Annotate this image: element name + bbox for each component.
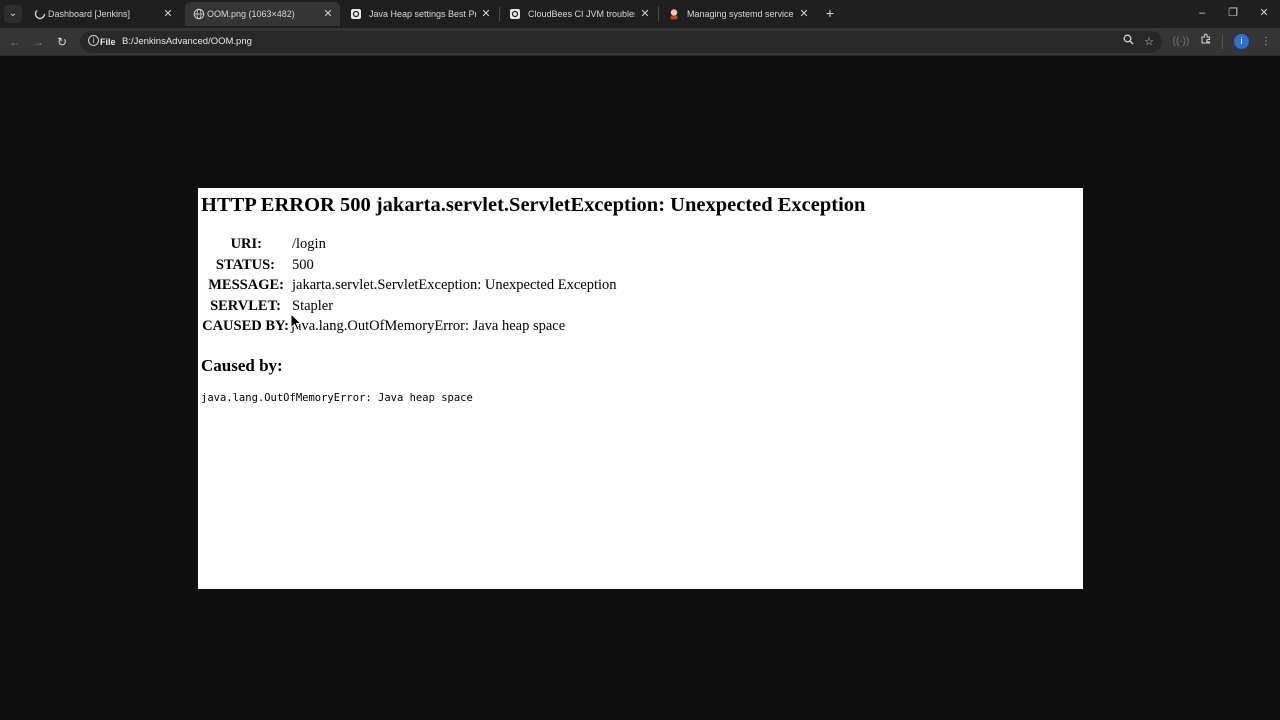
error-page-image: HTTP ERROR 500 jakarta.servlet.ServletEx…	[198, 188, 1083, 589]
cloudbees-icon	[510, 9, 520, 19]
detail-value: Stapler	[292, 297, 334, 314]
menu-kebab-icon[interactable]: ⋮	[1257, 33, 1275, 51]
plus-icon: +	[825, 5, 835, 21]
detail-label: STATUS:	[215, 256, 275, 273]
close-icon: ✕	[1259, 7, 1269, 19]
restore-button[interactable]: ❐	[1225, 4, 1241, 22]
zoom-icon[interactable]	[1120, 34, 1136, 50]
arrow-right-icon: →	[32, 35, 44, 49]
close-icon[interactable]: ✕	[798, 2, 810, 26]
globe-icon	[193, 8, 205, 20]
jenkins-icon	[670, 9, 678, 20]
forward-button[interactable]: →	[29, 33, 47, 51]
new-tab-button[interactable]: +	[822, 4, 838, 22]
tab-cloudbees-ci-jvm[interactable]: CloudBees CI JVM troubleshoot ✕	[501, 2, 657, 26]
tab-title: Dashboard [Jenkins]	[48, 9, 131, 19]
minimize-button[interactable]: –	[1194, 4, 1210, 22]
tab-managing-systemd[interactable]: Managing systemd services ✕	[660, 2, 816, 26]
tab-dashboard-jenkins[interactable]: Dashboard [Jenkins] ✕	[26, 2, 180, 26]
tab-search-button[interactable]: ⌄	[4, 5, 22, 23]
close-icon[interactable]: ✕	[322, 2, 334, 26]
info-icon[interactable]: i	[88, 35, 99, 46]
cloudbees-icon	[351, 9, 361, 19]
toolbar-divider	[1222, 35, 1223, 49]
restore-icon: ❐	[1228, 7, 1238, 19]
detail-label: CAUSED BY:	[202, 318, 289, 334]
file-scheme-chip: File	[100, 37, 116, 47]
tab-java-heap-settings[interactable]: Java Heap settings Best Practic ✕	[342, 2, 498, 26]
profile-avatar[interactable]: i	[1234, 34, 1249, 49]
extensions-icon[interactable]	[1197, 33, 1215, 51]
close-icon[interactable]: ✕	[480, 2, 492, 26]
close-icon[interactable]: ✕	[162, 2, 174, 26]
close-window-button[interactable]: ✕	[1256, 4, 1272, 22]
minimize-icon: –	[1198, 7, 1206, 19]
close-icon[interactable]: ✕	[639, 2, 651, 26]
mouse-cursor-icon	[290, 313, 302, 331]
tab-title: OOM.png (1063×482)	[207, 9, 295, 19]
reload-icon: ↻	[56, 35, 68, 49]
caused-by-heading: Caused by:	[201, 356, 283, 375]
detail-value: 500	[292, 256, 314, 273]
stack-trace: java.lang.OutOfMemoryError: Java heap sp…	[201, 392, 473, 404]
cast-icon[interactable]: ((·))	[1172, 33, 1190, 51]
tab-strip: ⌄ Dashboard [Jenkins] ✕ OOM.png (1063×48…	[0, 0, 1280, 28]
error-title: HTTP ERROR 500 jakarta.servlet.ServletEx…	[201, 194, 866, 216]
detail-value: jakarta.servlet.ServletException: Unexpe…	[292, 277, 617, 293]
detail-label: SERVLET:	[210, 297, 281, 314]
tab-divider	[658, 7, 659, 21]
image-viewer: HTTP ERROR 500 jakarta.servlet.ServletEx…	[0, 57, 1280, 720]
reload-button[interactable]: ↻	[53, 33, 71, 51]
address-bar[interactable]: i File B:/JenkinsAdvanced/OOM.png ☆	[80, 31, 1162, 53]
browser-toolbar: ← → ↻ i File B:/JenkinsAdvanced/OOM.png …	[0, 28, 1280, 56]
tab-oom-png[interactable]: OOM.png (1063×482) ✕	[185, 2, 340, 26]
loading-spinner-icon	[34, 8, 46, 20]
detail-label: MESSAGE:	[208, 277, 284, 293]
detail-value: java.lang.OutOfMemoryError: Java heap sp…	[291, 318, 566, 334]
back-button[interactable]: ←	[6, 33, 24, 51]
tab-divider	[499, 7, 500, 21]
chevron-down-icon: ⌄	[8, 8, 18, 19]
detail-label: URI:	[230, 236, 262, 252]
tab-title: Managing systemd services	[687, 9, 794, 19]
tab-title: Java Heap settings Best Practic	[369, 9, 476, 19]
url-text[interactable]: B:/JenkinsAdvanced/OOM.png	[122, 31, 252, 53]
arrow-left-icon: ←	[9, 35, 21, 49]
tab-title: CloudBees CI JVM troubleshoot	[528, 9, 635, 19]
detail-value: /login	[292, 236, 326, 252]
bookmark-star-icon[interactable]: ☆	[1141, 34, 1157, 50]
